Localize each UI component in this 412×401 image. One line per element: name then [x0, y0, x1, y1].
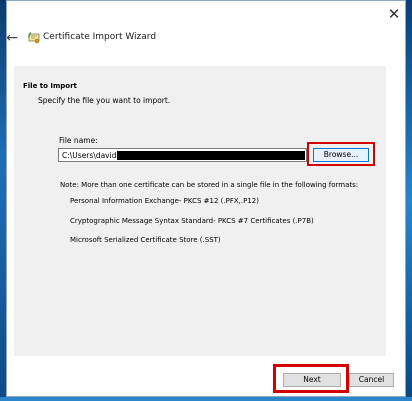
close-icon[interactable]: ✕ [384, 4, 404, 24]
format-item-pfx: Personal Information Exchange- PKCS #12 … [70, 197, 259, 205]
format-item-p7b: Cryptographic Message Syntax Standard- P… [70, 217, 314, 225]
file-name-label: File name: [59, 136, 98, 145]
page-subheading: Specify the file you want to import. [38, 96, 171, 105]
certificate-icon [28, 32, 40, 44]
window-title: Certificate Import Wizard [43, 32, 157, 42]
file-name-value: C:\Users\david [62, 151, 117, 160]
back-arrow-icon[interactable]: ← [4, 30, 20, 46]
desktop-background-right [406, 0, 412, 401]
redaction-bar [117, 151, 305, 160]
cancel-button[interactable]: Cancel [349, 373, 394, 387]
next-button[interactable]: Next [283, 373, 341, 387]
formats-note: Note: More than one certificate can be s… [60, 181, 359, 189]
format-item-sst: Microsoft Serialized Certificate Store (… [70, 236, 221, 244]
wizard-content-panel [14, 66, 386, 356]
browse-button[interactable]: Browse... [313, 148, 369, 162]
page-heading: File to Import [23, 82, 77, 90]
taskbar-edge [0, 397, 412, 401]
file-name-input[interactable]: C:\Users\david [58, 148, 307, 162]
